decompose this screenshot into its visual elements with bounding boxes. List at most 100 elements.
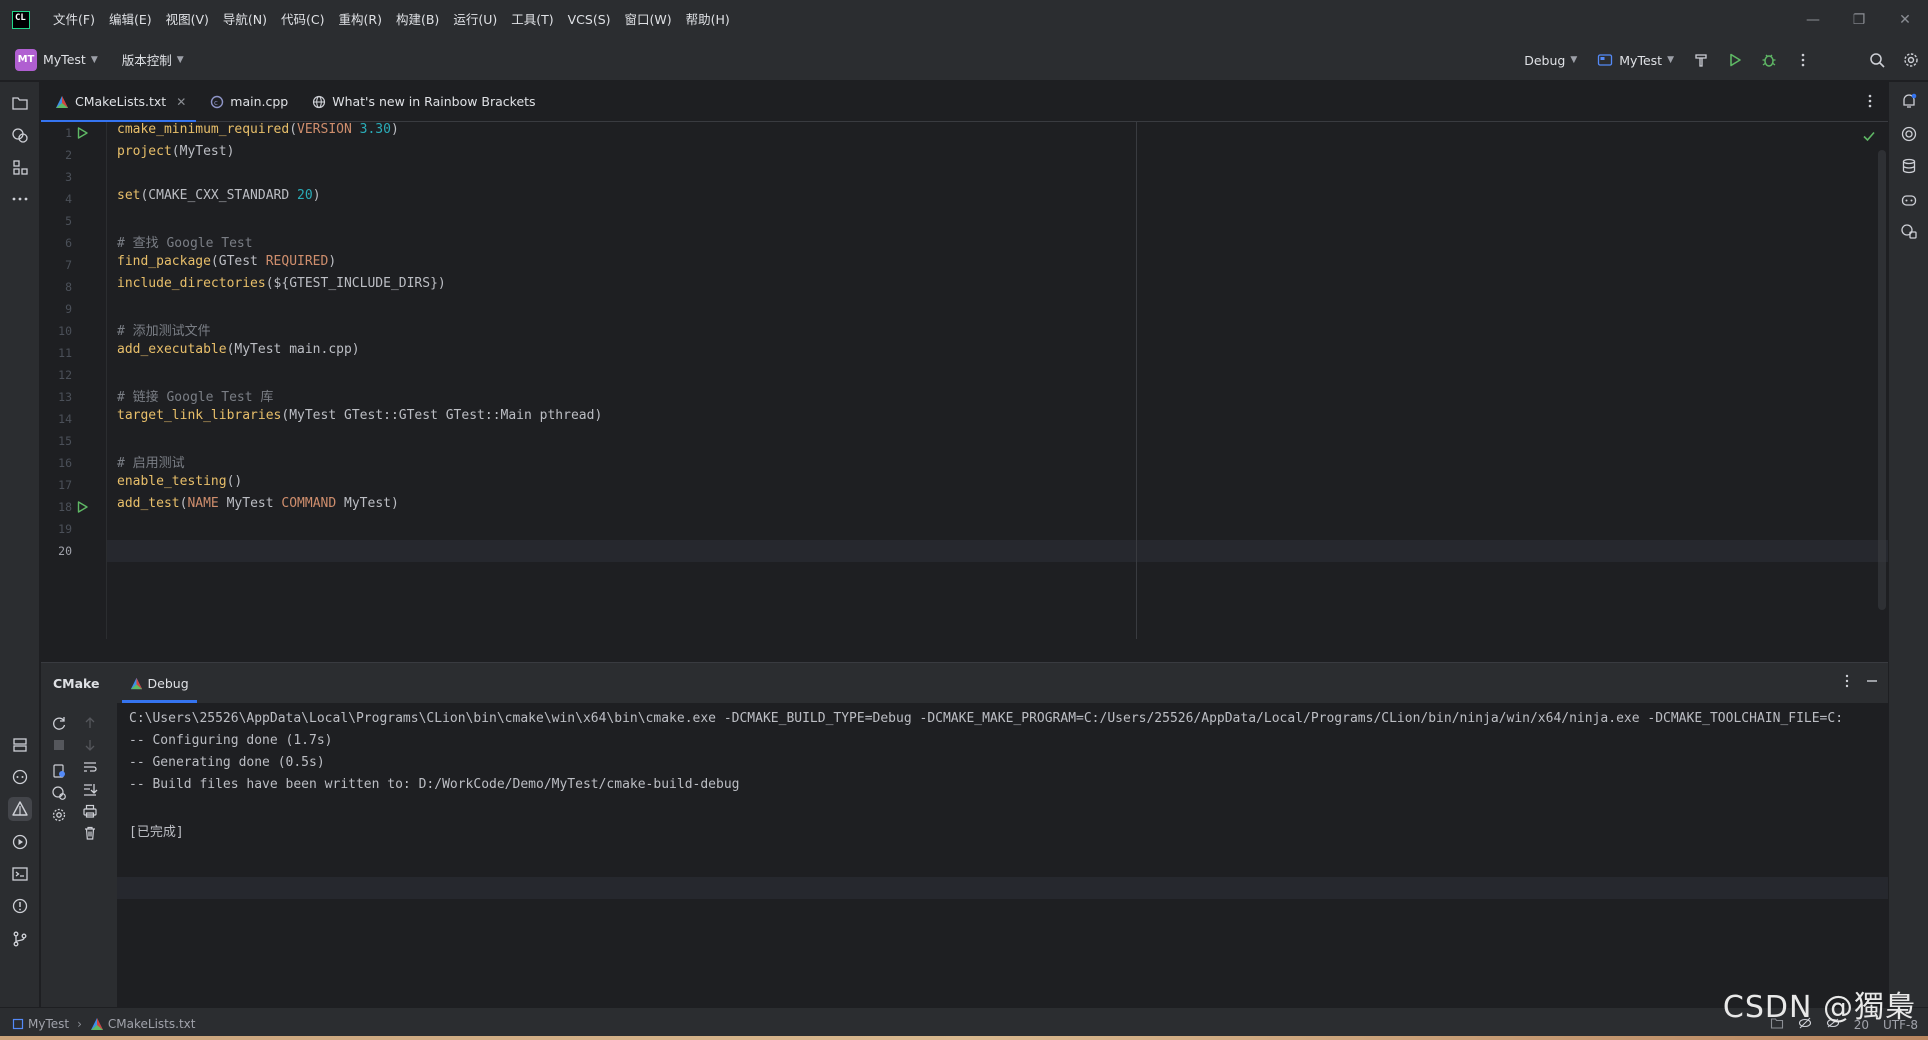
run-config-selector[interactable]: MyTest ▼ bbox=[1597, 52, 1674, 68]
assistant-agent-icon[interactable] bbox=[1897, 219, 1921, 243]
tool-window-title: CMake bbox=[53, 675, 100, 691]
more-vertical-icon[interactable] bbox=[1862, 90, 1878, 116]
search-icon[interactable] bbox=[1860, 45, 1894, 75]
code-token: (CMAKE_CXX_STANDARD bbox=[140, 188, 298, 203]
git-branch-icon[interactable] bbox=[8, 927, 32, 951]
breadcrumb: MyTest › CMakeLists.txt bbox=[12, 1017, 195, 1031]
code-area[interactable]: cmake_minimum_required(VERSION 3.30) proj… bbox=[107, 122, 1888, 639]
code-token: set bbox=[117, 188, 141, 203]
copilot-icon[interactable] bbox=[1897, 187, 1921, 211]
menu-build[interactable]: 构建(B) bbox=[389, 8, 446, 32]
line-number: 10 bbox=[58, 324, 72, 338]
arrow-down-icon[interactable] bbox=[80, 735, 100, 755]
menu-vcs[interactable]: VCS(S) bbox=[561, 8, 618, 32]
vcs-label: 版本控制 bbox=[121, 53, 172, 68]
run-icon[interactable] bbox=[8, 830, 32, 854]
main-toolbar: MT MyTest ▼ 版本控制 ▼ Debug ▼ MyTest ▼ bbox=[0, 39, 1928, 81]
console-line: -- Generating done (0.5s) bbox=[129, 755, 325, 770]
menu-edit[interactable]: 编辑(E) bbox=[102, 8, 159, 32]
cmake-settings-icon[interactable] bbox=[49, 761, 69, 781]
project-name: MyTest bbox=[43, 52, 86, 67]
debug-bug-icon[interactable] bbox=[1752, 45, 1786, 75]
menu-file[interactable]: 文件(F) bbox=[46, 8, 102, 32]
minimize-button[interactable]: — bbox=[1790, 0, 1836, 39]
code-token: (MyTest) bbox=[171, 144, 235, 159]
project-folder-icon[interactable] bbox=[8, 91, 32, 115]
gutter-run-icon[interactable] bbox=[77, 496, 91, 518]
gutter-run-icon[interactable] bbox=[77, 122, 91, 144]
code-token: (${GTEST_INCLUDE_DIRS}) bbox=[265, 276, 446, 291]
services-icon[interactable] bbox=[8, 733, 32, 757]
run-play-icon[interactable] bbox=[1718, 45, 1752, 75]
terminal-icon[interactable] bbox=[8, 862, 32, 886]
code-token: ) bbox=[390, 122, 399, 137]
menu-window[interactable]: 窗口(W) bbox=[618, 8, 679, 32]
restore-button[interactable]: ❐ bbox=[1836, 0, 1882, 39]
tab-debug[interactable]: Debug bbox=[121, 663, 197, 703]
breadcrumb-file[interactable]: CMakeLists.txt bbox=[108, 1017, 196, 1031]
code-line: add_test(NAME MyTest COMMAND MyTest) bbox=[117, 496, 399, 518]
more-horizontal-icon[interactable] bbox=[8, 187, 32, 211]
more-vertical-icon[interactable] bbox=[1786, 45, 1820, 75]
settings-gear-icon[interactable] bbox=[1894, 45, 1928, 75]
open-cache-icon[interactable] bbox=[49, 783, 69, 803]
ai-chat-icon[interactable] bbox=[1897, 122, 1921, 146]
arrow-up-icon[interactable] bbox=[80, 713, 100, 733]
notifications-bell-icon[interactable] bbox=[1897, 89, 1921, 113]
code-token: project bbox=[117, 144, 172, 159]
minimize-panel-icon[interactable] bbox=[1864, 673, 1880, 693]
inspection-ok-check-icon[interactable] bbox=[1862, 128, 1876, 147]
trash-icon[interactable] bbox=[80, 823, 100, 843]
code-line: target_link_libraries(MyTest GTest::GTes… bbox=[117, 408, 602, 430]
menu-view[interactable]: 视图(V) bbox=[159, 8, 216, 32]
code-token: add_test bbox=[117, 496, 180, 511]
line-number: 1 bbox=[65, 126, 72, 140]
menu-code[interactable]: 代码(C) bbox=[274, 8, 331, 32]
build-hammer-icon[interactable] bbox=[1684, 45, 1718, 75]
line-number: 7 bbox=[65, 258, 72, 272]
code-token: NAME bbox=[187, 496, 219, 511]
menu-help[interactable]: 帮助(H) bbox=[679, 8, 737, 32]
editor-gutter: 1 2 3 4 5 6 7 8 9 10 11 12 13 14 15 16 17 18 19 20 bbox=[41, 122, 107, 639]
menu-refactor[interactable]: 重构(R) bbox=[332, 8, 389, 32]
code-line: find_package(GTest REQUIRED) bbox=[117, 254, 336, 276]
line-number: 13 bbox=[58, 390, 72, 404]
soft-wrap-icon[interactable] bbox=[80, 757, 100, 777]
tab-cmakelists[interactable]: CMakeLists.txt ✕ bbox=[41, 82, 197, 123]
structure-icon[interactable] bbox=[8, 155, 32, 179]
current-line-highlight bbox=[107, 540, 1888, 562]
line-number: 8 bbox=[65, 280, 72, 294]
project-switcher[interactable]: MT MyTest ▼ bbox=[13, 46, 104, 74]
menu-navigate[interactable]: 导航(N) bbox=[216, 8, 274, 32]
code-token: VERSION bbox=[297, 122, 352, 137]
breadcrumb-project[interactable]: MyTest bbox=[28, 1017, 69, 1031]
more-vertical-icon[interactable] bbox=[1840, 673, 1854, 693]
settings-gear-icon[interactable] bbox=[49, 805, 69, 825]
tab-whats-new[interactable]: What's new in Rainbow Brackets bbox=[298, 82, 545, 122]
cmake-triangle-icon[interactable] bbox=[8, 797, 32, 821]
title-bar: CL 文件(F) 编辑(E) 视图(V) 导航(N) 代码(C) 重构(R) 构… bbox=[0, 0, 1928, 39]
close-tab-icon[interactable]: ✕ bbox=[176, 95, 186, 109]
vcs-widget[interactable]: 版本控制 ▼ bbox=[116, 50, 184, 69]
tab-main-cpp[interactable]: c main.cpp bbox=[196, 82, 298, 122]
cmake-profile-selector[interactable]: Debug ▼ bbox=[1518, 53, 1577, 68]
stop-icon[interactable] bbox=[49, 735, 69, 755]
line-number: 5 bbox=[65, 214, 72, 228]
code-token: # 查找 Google Test bbox=[117, 236, 253, 251]
python-packages-icon[interactable] bbox=[8, 765, 32, 789]
menu-run[interactable]: 运行(U) bbox=[446, 8, 504, 32]
reload-icon[interactable] bbox=[49, 713, 69, 733]
print-icon[interactable] bbox=[80, 801, 100, 821]
code-line: # 添加测试文件 bbox=[117, 320, 211, 342]
database-icon[interactable] bbox=[1897, 154, 1921, 178]
close-button[interactable]: ✕ bbox=[1882, 0, 1928, 39]
code-token: (GTest bbox=[210, 254, 266, 269]
build-console[interactable]: C:\Users\25526\AppData\Local\Programs\CL… bbox=[117, 703, 1888, 1040]
menu-tools[interactable]: 工具(T) bbox=[504, 8, 560, 32]
problems-icon[interactable] bbox=[8, 894, 32, 918]
code-token: MyTest) bbox=[336, 496, 399, 511]
editor-vertical-scrollbar[interactable] bbox=[1878, 150, 1886, 610]
ai-assistant-icon[interactable] bbox=[8, 123, 32, 147]
scroll-to-end-icon[interactable] bbox=[80, 779, 100, 799]
code-editor[interactable]: 1 2 3 4 5 6 7 8 9 10 11 12 13 14 15 16 17 18 19 20 cmake_mi… bbox=[41, 122, 1888, 639]
